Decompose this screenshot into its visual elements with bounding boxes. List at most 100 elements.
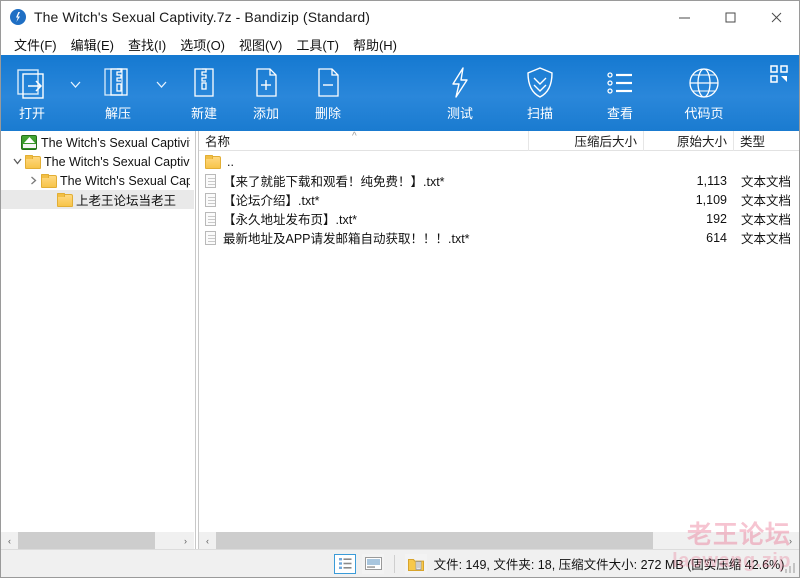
toolbar-add-label: 添加 <box>252 106 279 121</box>
menu-file[interactable]: 文件(F) <box>7 34 64 55</box>
column-type[interactable]: 类型 <box>734 131 799 151</box>
menu-bar: 文件(F) 编辑(E) 查找(I) 选项(O) 视图(V) 工具(T) 帮助(H… <box>1 33 799 55</box>
file-name-cell: 【永久地址发布页】.txt* <box>199 209 529 228</box>
file-name-label: 最新地址及APP请发邮箱自动获取！！！.txt* <box>223 232 470 246</box>
menu-find[interactable]: 查找(I) <box>121 34 173 55</box>
file-name-label: 【来了就能下载和观看！纯免费！】.txt* <box>223 175 445 189</box>
file-size-cell: 1,109 <box>695 192 727 207</box>
toolbar-open-chevron-down-icon[interactable] <box>63 55 87 131</box>
folder-tree-pane: The Witch's Sexual Captivity.7z The Witc… <box>1 131 195 549</box>
table-row[interactable]: 【论坛介绍】.txt* 1,109 文本文档 <box>199 190 799 209</box>
menu-view[interactable]: 视图(V) <box>232 34 289 55</box>
file-name-cell: .. <box>199 155 529 169</box>
toolbar-codepage[interactable]: 代码页 <box>669 55 739 131</box>
table-row[interactable]: 【来了就能下载和观看！纯免费！】.txt* 1,113 文本文档 <box>199 171 799 190</box>
window-title: The Witch's Sexual Captivity.7z - Bandiz… <box>34 9 371 25</box>
text-file-icon <box>205 230 216 245</box>
column-original-size[interactable]: 原始大小 <box>644 131 734 151</box>
file-name-cell: 【论坛介绍】.txt* <box>199 190 529 209</box>
file-list: .. 【来了就能下载和观看！纯免费！】.txt* 1,113 文本文档 【论坛介… <box>199 151 799 247</box>
toolbar-scan[interactable]: 扫描 <box>509 55 571 131</box>
tree-node-folder-1[interactable]: The Witch's Sexual Captivity <box>1 152 194 171</box>
toolbar-delete[interactable]: 删除 <box>297 55 359 131</box>
folder-icon <box>57 193 73 207</box>
close-icon[interactable] <box>753 1 799 33</box>
menu-options[interactable]: 选项(O) <box>173 34 232 55</box>
scroll-thumb[interactable] <box>216 532 653 549</box>
file-size-cell: 614 <box>706 230 727 245</box>
toolbar-open-label: 打开 <box>18 106 45 121</box>
tree-node-folder-3[interactable]: 上老王论坛当老王 <box>1 190 194 209</box>
chevron-down-icon[interactable] <box>9 158 25 165</box>
toolbar-extract[interactable]: 解压 <box>87 55 149 131</box>
test-lightning-icon <box>442 64 478 102</box>
menu-edit[interactable]: 编辑(E) <box>64 34 121 55</box>
toolbar-add[interactable]: 添加 <box>235 55 297 131</box>
main-toolbar: 打开 解压 新建 添加 删除 测试 扫描 查看 代码页 <box>1 55 799 131</box>
toolbar-test[interactable]: 测试 <box>429 55 491 131</box>
file-type-cell: 文本文档 <box>741 175 792 189</box>
window-controls <box>661 1 799 33</box>
tree-node-archive-root[interactable]: The Witch's Sexual Captivity.7z <box>1 133 194 152</box>
toolbar-codepage-label: 代码页 <box>684 106 724 121</box>
maximize-icon[interactable] <box>707 1 753 33</box>
content-area: The Witch's Sexual Captivity.7z The Witc… <box>1 131 799 549</box>
title-bar: The Witch's Sexual Captivity.7z - Bandiz… <box>1 1 799 33</box>
column-packed-size-label: 压缩后大小 <box>574 135 637 149</box>
column-name[interactable]: 名称 ^ <box>199 131 529 151</box>
toolbar-delete-label: 删除 <box>314 106 341 121</box>
new-archive-icon <box>186 64 222 102</box>
grid-overflow-icon[interactable] <box>759 55 799 131</box>
text-file-icon <box>205 173 216 188</box>
status-bar-text: 文件: 149, 文件夹: 18, 压缩文件大小: 272 MB (固实压缩 4… <box>433 558 785 572</box>
statusbar-folder-pane[interactable] <box>405 553 427 574</box>
status-bar-divider <box>394 554 395 573</box>
toolbar-new[interactable]: 新建 <box>173 55 235 131</box>
add-file-icon <box>248 64 284 102</box>
resize-grip-icon[interactable] <box>783 561 797 575</box>
statusbar-list-view[interactable] <box>334 553 356 574</box>
file-type-cell: 文本文档 <box>741 232 792 246</box>
file-list-horizontal-scrollbar[interactable]: ‹ › <box>199 532 799 549</box>
chevron-right-icon[interactable] <box>25 176 41 185</box>
toolbar-view[interactable]: 查看 <box>589 55 651 131</box>
table-row[interactable]: 【永久地址发布页】.txt* 192 文本文档 <box>199 209 799 228</box>
scroll-right-icon[interactable]: › <box>177 532 194 549</box>
status-bar: 文件: 149, 文件夹: 18, 压缩文件大小: 272 MB (固实压缩 4… <box>1 549 799 577</box>
column-name-label: 名称 <box>205 135 231 149</box>
sort-ascending-icon: ^ <box>352 131 357 142</box>
scroll-track[interactable] <box>216 532 782 549</box>
toolbar-extract-label: 解压 <box>104 106 131 121</box>
column-type-label: 类型 <box>740 135 766 149</box>
folder-icon <box>205 155 221 169</box>
toolbar-open[interactable]: 打开 <box>1 55 63 131</box>
menu-tools[interactable]: 工具(T) <box>289 34 346 55</box>
table-row[interactable]: 最新地址及APP请发邮箱自动获取！！！.txt* 614 文本文档 <box>199 228 799 247</box>
toolbar-new-label: 新建 <box>190 106 217 121</box>
table-row[interactable]: .. <box>199 152 799 171</box>
tree-node-label: The Witch's Sexual Captivity.7z <box>41 135 190 150</box>
text-file-icon <box>205 192 216 207</box>
file-name-label: .. <box>227 154 234 169</box>
column-packed-size[interactable]: 压缩后大小 <box>529 131 644 151</box>
minimize-icon[interactable] <box>661 1 707 33</box>
menu-help[interactable]: 帮助(H) <box>346 34 404 55</box>
toolbar-view-label: 查看 <box>606 106 633 121</box>
column-original-size-label: 原始大小 <box>676 135 727 149</box>
file-list-header: 名称 ^ 压缩后大小 原始大小 类型 <box>199 131 799 151</box>
scan-shield-icon <box>522 64 558 102</box>
toolbar-scan-label: 扫描 <box>526 106 553 121</box>
scroll-track[interactable] <box>18 532 177 549</box>
tree-horizontal-scrollbar[interactable]: ‹ › <box>1 532 194 549</box>
tree-node-folder-2[interactable]: The Witch's Sexual Captivity <box>1 171 194 190</box>
delete-file-icon <box>310 64 346 102</box>
toolbar-extract-chevron-down-icon[interactable] <box>149 55 173 131</box>
scroll-left-icon[interactable]: ‹ <box>199 532 216 549</box>
statusbar-preview-pane[interactable] <box>362 553 384 574</box>
tree-node-label: The Witch's Sexual Captivity <box>44 154 190 169</box>
scroll-thumb[interactable] <box>18 532 155 549</box>
scroll-right-icon[interactable]: › <box>782 532 799 549</box>
folder-icon <box>41 174 57 188</box>
scroll-left-icon[interactable]: ‹ <box>1 532 18 549</box>
